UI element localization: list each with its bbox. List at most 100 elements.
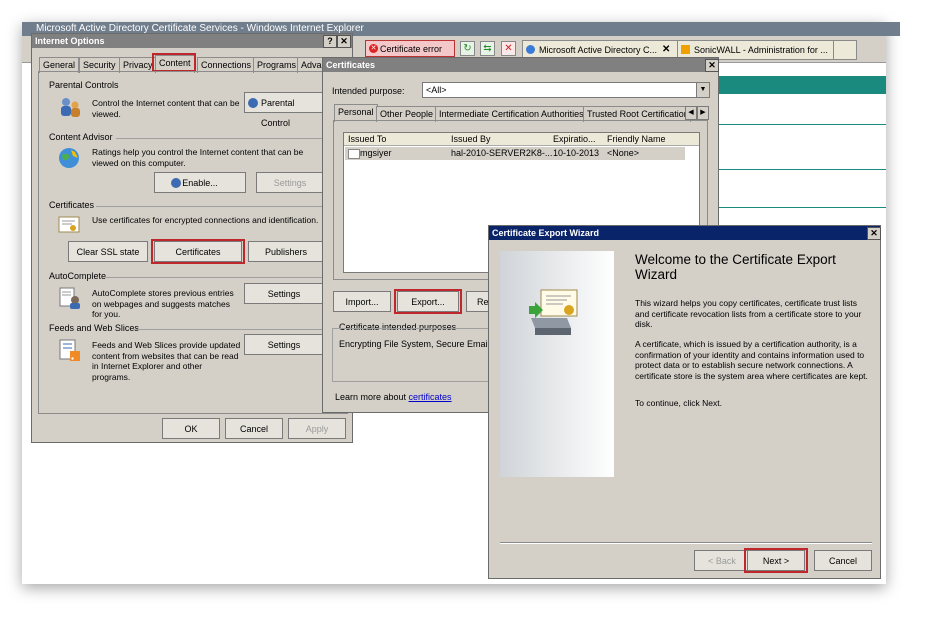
ie-tab-favicon [526,45,535,54]
certificates-link[interactable]: certificates [409,392,452,402]
button-label: Cancel [239,424,268,434]
button-label: Settings [273,178,307,188]
ie-new-tab[interactable] [833,40,857,60]
column-header[interactable]: Expiratio... [553,134,596,144]
tab-label: General [43,60,76,70]
wizard-heading: Welcome to the Certificate Export Wizard [635,252,836,282]
certificate-icon [58,216,80,234]
parental-text: Control the Internet content that can be… [92,98,240,119]
clear-ssl-button[interactable]: Clear SSL state [68,241,148,262]
cell-issued-to: mgsiyer [360,148,392,158]
tab-label: Privacy [123,60,153,70]
button-label: Publishers [264,247,308,257]
group-line [134,329,324,330]
cell-issued-by: hal-2010-SERVER2K8-... [451,148,553,158]
close-button[interactable]: ✕ [705,59,719,72]
button-label: Cancel [828,556,857,566]
purpose-select[interactable]: <All> ▼ [422,82,710,98]
wizard-titlebar: Certificate Export Wizard [489,226,880,240]
content-tab-highlight [152,53,196,72]
table-row[interactable]: mgsiyer hal-2010-SERVER2K8-... 10-10-201… [345,147,685,160]
button-label: Clear SSL state [76,247,140,257]
wizard-paragraph-1: This wizard helps you copy certificates,… [635,298,862,329]
autocomplete-text: AutoComplete stores previous entries on … [92,288,234,319]
column-header[interactable]: Issued To [348,134,386,144]
shield-icon [171,178,181,188]
export-wizard-dialog: Certificate Export Wizard ✕ Welcome to t… [488,225,881,579]
button-label: < Back [708,556,736,566]
chevron-down-icon: ▼ [696,83,709,97]
tab-scroll-left[interactable]: ◀ [685,106,697,120]
cert-error-text: Certificate error [380,44,443,54]
button-label: Import... [345,297,379,307]
page-divider [718,124,886,125]
certificates-title: Certificates [326,60,376,70]
tab-scroll-right[interactable]: ▶ [697,106,709,120]
feeds-heading: Feeds and Web Slices [49,323,139,333]
page-teal-bar [718,76,886,94]
publishers-button[interactable]: Publishers [248,241,324,262]
autocomplete-settings-button[interactable]: Settings [244,283,324,304]
wizard-side-panel [500,251,614,477]
tab-close-icon[interactable]: ✕ [662,44,670,55]
wizard-title: Certificate Export Wizard [492,228,599,238]
next-button-highlight [744,548,808,573]
feeds-settings-button[interactable]: Settings [244,334,324,355]
import-button[interactable]: Import... [333,291,391,312]
tab-label: Personal [338,107,374,117]
wizard-separator [500,542,872,544]
back-button[interactable]: < Back [694,550,750,571]
certificates-button-highlight [151,239,245,264]
tab-label: Intermediate Certification Authorities [439,109,584,119]
wizard-cancel-button[interactable]: Cancel [814,550,872,571]
refresh-icon[interactable]: ↻ [460,41,475,56]
column-header[interactable]: Issued By [451,134,491,144]
page-divider [718,169,886,170]
group-line [96,206,324,207]
cert-error-badge[interactable]: ✕ Certificate error [365,40,455,57]
parental-heading: Parental Controls [49,80,119,90]
group-line [116,138,324,139]
purposes-value: Encrypting File System, Secure Email, Cl [339,339,489,349]
tab-label: Trusted Root Certification [587,109,689,119]
page-divider [718,207,886,208]
tab-label: Programs [257,60,297,70]
purpose-label: Intended purpose: [332,86,405,96]
button-label: Apply [305,424,329,434]
advisor-settings-button[interactable]: Settings [256,172,324,193]
column-header[interactable]: Friendly Name [607,134,666,144]
ie-tab-favicon [681,45,690,54]
purpose-value: <All> [426,85,447,95]
certificates-heading: Certificates [49,200,95,210]
export-button-highlight [394,289,462,314]
certificate-icon [348,149,360,159]
learn-more-prefix: Learn more about [335,392,409,402]
certificate-export-icon [527,288,583,338]
cancel-button[interactable]: Cancel [225,418,283,439]
go-icon[interactable]: ⇆ [480,41,495,56]
cert-tab-strip: Personal Other People Intermediate Certi… [333,103,713,122]
button-label: Settings [267,289,301,299]
parental-users-icon [58,96,82,118]
tab-label: Other People [380,109,434,119]
cell-expiration: 10-10-2013 [553,148,600,158]
close-button[interactable]: ✕ [337,35,351,48]
ok-button[interactable]: OK [162,418,220,439]
group-line [106,277,324,278]
parental-control-button[interactable]: Parental Control [244,92,324,128]
tab-label: Security [83,60,116,70]
autocomplete-heading: AutoComplete [49,271,107,281]
internet-options-title: Internet Options [35,36,105,46]
apply-button[interactable]: Apply [288,418,346,439]
advisor-text: Ratings help you control the Internet co… [92,147,304,168]
close-button[interactable]: ✕ [867,227,881,240]
wizard-paragraph-2: A certificate, which is issued by a cert… [635,339,868,381]
button-label: OK [184,424,198,434]
advisor-heading: Content Advisor [49,132,113,142]
certificates-titlebar: Certificates [323,58,718,72]
button-label: Settings [267,340,301,350]
help-button[interactable]: ? [323,35,337,48]
button-label: Enable... [182,178,218,188]
stop-icon[interactable]: ✕ [501,41,516,56]
enable-button[interactable]: Enable... [154,172,246,193]
